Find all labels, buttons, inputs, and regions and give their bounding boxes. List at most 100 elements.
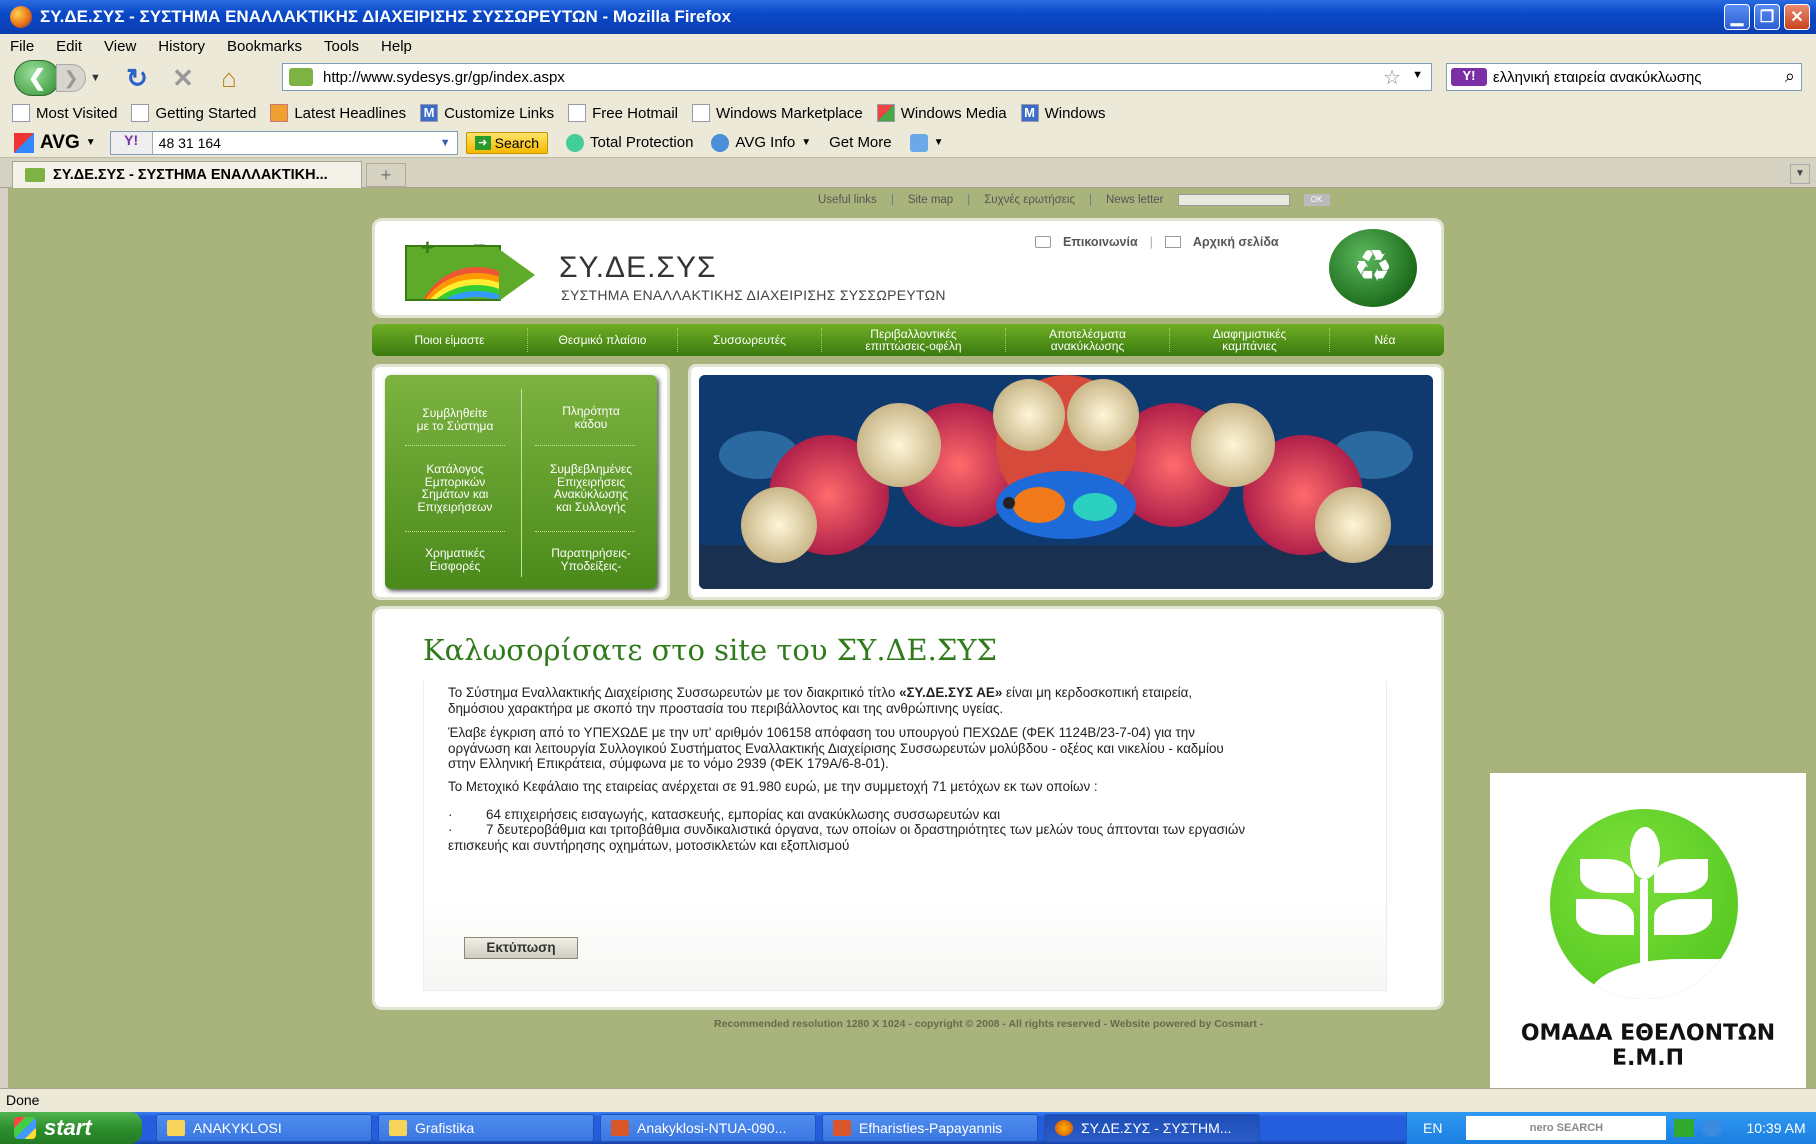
comments-suggestions-link[interactable]: Παρατηρήσεις- Υποδείξεις- (533, 547, 649, 572)
forward-button[interactable]: ❯ (56, 64, 86, 92)
join-system-link[interactable]: Συμβληθείτε με το Σύστημα (397, 407, 513, 432)
feed-icon (270, 104, 289, 122)
home-link[interactable]: Αρχική σελίδα (1193, 235, 1279, 249)
avg-extra-button[interactable]: ▼ (909, 133, 944, 152)
close-button[interactable]: ✕ (1784, 4, 1810, 30)
tray-arrow-icon[interactable] (1674, 1119, 1695, 1137)
info-icon (711, 133, 730, 152)
tab-list-dropdown-icon[interactable]: ▼ (1790, 164, 1810, 184)
financial-contributions-link[interactable]: Χρηματικές Εισφορές (397, 547, 513, 572)
avg-search-field[interactable]: Y! 48 31 164 ▼ (109, 130, 458, 155)
home-icon[interactable]: ⌂ (214, 63, 244, 93)
arrow-right-icon: ➜ (474, 135, 491, 150)
site-map-link[interactable]: Site map (908, 194, 953, 206)
stop-icon[interactable]: ✕ (168, 63, 198, 93)
menu-legal-framework[interactable]: Θεσμικό πλαίσιο (528, 328, 678, 352)
bookmark-getting-started[interactable]: Getting Started (131, 104, 256, 122)
bookmark-windows[interactable]: M Windows (1020, 104, 1105, 122)
bookmark-windows-media[interactable]: Windows Media (876, 104, 1007, 122)
avg-search-input[interactable]: 48 31 164 (153, 135, 434, 151)
shield-icon (566, 133, 585, 152)
bin-fullness-link[interactable]: Πληρότητα κάδου (533, 405, 649, 430)
quick-links-box: Συμβληθείτε με το Σύστημα Πληρότητα κάδου … (372, 364, 670, 600)
menu-bookmarks[interactable]: Bookmarks (227, 38, 302, 55)
language-indicator[interactable]: EN (1423, 1120, 1442, 1136)
contracted-companies-link[interactable]: Συμβεβλημένες Επιχειρήσεις Ανακύκλωσης και … (533, 463, 649, 513)
clock: 10:39 AM (1746, 1120, 1806, 1136)
menu-file[interactable]: File (10, 38, 34, 55)
bookmark-customize-links[interactable]: M Customize Links (420, 104, 554, 122)
bookmark-star-icon[interactable]: ☆ (1383, 65, 1401, 90)
site-header: + − ΣΥ.ΔΕ.ΣΥΣ ΣΥΣΤΗΜΑ ΕΝΑΛΛΑΚΤΙΚΗΣ ΔΙΑΧΕ… (372, 218, 1444, 318)
avg-info-button[interactable]: AVG Info ▼ (711, 133, 811, 152)
tray-expand-icon[interactable] (1702, 1119, 1723, 1137)
brands-catalog-link[interactable]: Κατάλογος Εμπορικών Σημάτων και Επιχειρήσεω… (397, 463, 513, 513)
contact-link[interactable]: Επικοινωνία (1063, 235, 1138, 249)
system-tray: EN nero SEARCH 10:39 AM (1406, 1112, 1816, 1144)
yahoo-icon[interactable]: Y! (110, 131, 153, 154)
menu-batteries[interactable]: Συσσωρευτές (678, 328, 822, 352)
url-dropdown-icon[interactable]: ▼ (1412, 69, 1423, 81)
page-icon (131, 104, 150, 122)
total-protection-button[interactable]: Total Protection (566, 133, 693, 152)
avg-dropdown-icon[interactable]: ▼ (86, 137, 96, 148)
battery-logo[interactable]: + − (405, 233, 535, 305)
top-links: Useful links | Site map | Συχνές ερωτήσε… (818, 194, 1330, 206)
site-brand[interactable]: ΣΥ.ΔΕ.ΣΥΣ (559, 251, 717, 285)
bookmark-most-visited[interactable]: Most Visited (12, 104, 117, 122)
taskbar-item-efharisties[interactable]: Efharisties-Papayannis (822, 1114, 1038, 1142)
menu-news[interactable]: Νέα (1330, 328, 1440, 352)
useful-links-link[interactable]: Useful links (818, 194, 877, 206)
newsletter-label: News letter (1106, 194, 1164, 206)
new-tab-button[interactable]: + (366, 163, 406, 187)
search-bar[interactable]: Y! ελληνική εταιρεία ανακύκλωσης ⌕ (1446, 63, 1802, 91)
restore-button[interactable]: ❐ (1754, 4, 1780, 30)
newsletter-ok-button[interactable]: OK (1303, 194, 1330, 206)
bookmark-free-hotmail[interactable]: Free Hotmail (568, 104, 678, 122)
banner-box (688, 364, 1444, 600)
avg-logo[interactable]: AVG ▼ (14, 132, 96, 154)
taskbar-item-anakyklosi[interactable]: ANAKYKLOSI (156, 1114, 372, 1142)
faq-link[interactable]: Συχνές ερωτήσεις (984, 194, 1075, 206)
get-more-button[interactable]: Get More (829, 134, 892, 151)
menu-who-we-are[interactable]: Ποιοι είμαστε (372, 328, 528, 352)
avg-search-button[interactable]: ➜ Search (465, 131, 549, 154)
welcome-box: Καλωσορίσατε στο site του ΣΥ.ΔΕ.ΣΥΣ Το Σ… (372, 606, 1444, 1010)
menu-recycling-results[interactable]: Αποτελέσματα ανακύκλωσης (1006, 328, 1170, 352)
minimize-button[interactable]: ▁ (1724, 4, 1750, 30)
paragraph-3: Το Μετοχικό Κεφάλαιο της εταιρείας ανέρχ… (448, 779, 1098, 794)
bookmark-latest-headlines[interactable]: Latest Headlines (270, 104, 406, 122)
yahoo-engine-icon[interactable]: Y! (1451, 68, 1487, 86)
reload-icon[interactable]: ↻ (122, 63, 152, 93)
menu-ad-campaigns[interactable]: Διαφημιστικές καμπάνιες (1170, 328, 1330, 352)
taskbar-item-firefox[interactable]: ΣΥ.ΔΕ.ΣΥΣ - ΣΥΣΤΗΜ... (1044, 1114, 1260, 1142)
plus-icon: + (421, 235, 434, 260)
search-input[interactable]: ελληνική εταιρεία ανακύκλωσης (1493, 69, 1702, 86)
avg-input-dropdown-icon[interactable]: ▼ (434, 137, 457, 149)
taskbar-item-anakyklosi-ntua[interactable]: Anakyklosi-NTUA-090... (600, 1114, 816, 1142)
windows-taskbar: start ANAKYKLOSI Grafistika Anakyklosi-N… (0, 1112, 1816, 1144)
menu-view[interactable]: View (104, 38, 136, 55)
menu-history[interactable]: History (158, 38, 205, 55)
welcome-title: Καλωσορίσατε στο site του ΣΥ.ΔΕ.ΣΥΣ (423, 633, 998, 667)
site-favicon (25, 168, 45, 182)
menu-environmental-impacts[interactable]: Περιβαλλοντικές επιπτώσεις-οφέλη (822, 328, 1006, 352)
menu-edit[interactable]: Edit (56, 38, 82, 55)
url-bar[interactable]: http://www.sydesys.gr/gp/index.aspx ☆ ▼ (282, 63, 1432, 91)
back-button[interactable]: ❮ (14, 60, 60, 96)
start-button[interactable]: start (0, 1112, 142, 1144)
newsletter-input[interactable] (1177, 194, 1290, 206)
search-icon[interactable]: ⌕ (1785, 66, 1795, 87)
tab-sydesys[interactable]: ΣΥ.ΔΕ.ΣΥΣ - ΣΥΣΤΗΜΑ ΕΝΑΛΛΑΚΤΙΚΗ... (12, 161, 362, 188)
tab-strip: ΣΥ.ΔΕ.ΣΥΣ - ΣΥΣΤΗΜΑ ΕΝΑΛΛΑΚΤΙΚΗ... + ▼ (0, 158, 1816, 188)
bookmark-windows-marketplace[interactable]: Windows Marketplace (692, 104, 863, 122)
print-button[interactable]: Εκτύπωση (464, 937, 578, 959)
menu-help[interactable]: Help (381, 38, 412, 55)
window-title: ΣΥ.ΔΕ.ΣΥΣ - ΣΥΣΤΗΜΑ ΕΝΑΛΛΑΚΤΙΚΗΣ ΔΙΑΧΕΙΡ… (40, 7, 732, 26)
history-dropdown-icon[interactable]: ▼ (90, 72, 106, 84)
bullet-item-1: · 64 επιχειρήσεις εισαγωγής, κατασκευής, … (448, 807, 1001, 822)
menu-tools[interactable]: Tools (324, 38, 359, 55)
rainbow (417, 267, 499, 299)
nero-search-box[interactable]: nero SEARCH (1466, 1116, 1667, 1140)
taskbar-item-grafistika[interactable]: Grafistika (378, 1114, 594, 1142)
